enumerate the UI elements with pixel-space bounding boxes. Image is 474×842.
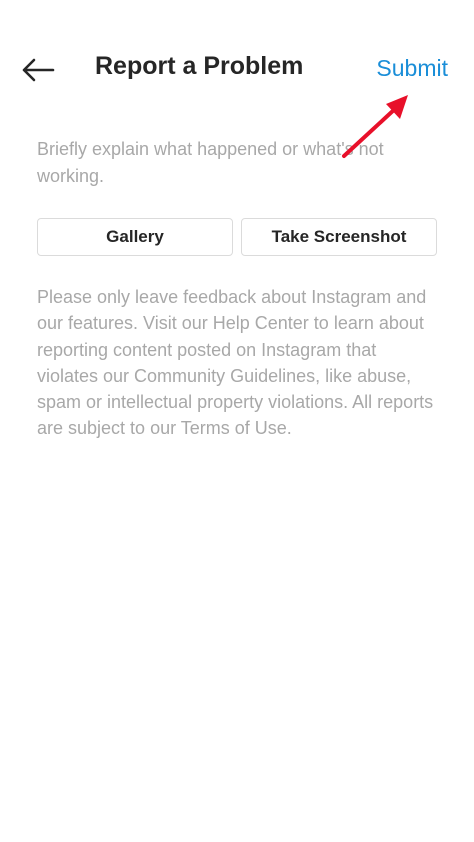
top-bar: Report a Problem Submit <box>0 0 474 140</box>
problem-description-input[interactable]: Briefly explain what happened or what's … <box>37 136 437 190</box>
attachment-buttons: Gallery Take Screenshot <box>37 218 437 256</box>
page-title: Report a Problem <box>95 52 304 80</box>
submit-button[interactable]: Submit <box>376 55 448 82</box>
feedback-notice: Please only leave feedback about Instagr… <box>37 287 434 439</box>
arrow-left-icon <box>22 58 55 82</box>
take-screenshot-button[interactable]: Take Screenshot <box>241 218 437 256</box>
back-button[interactable] <box>18 54 58 86</box>
gallery-button[interactable]: Gallery <box>37 218 233 256</box>
